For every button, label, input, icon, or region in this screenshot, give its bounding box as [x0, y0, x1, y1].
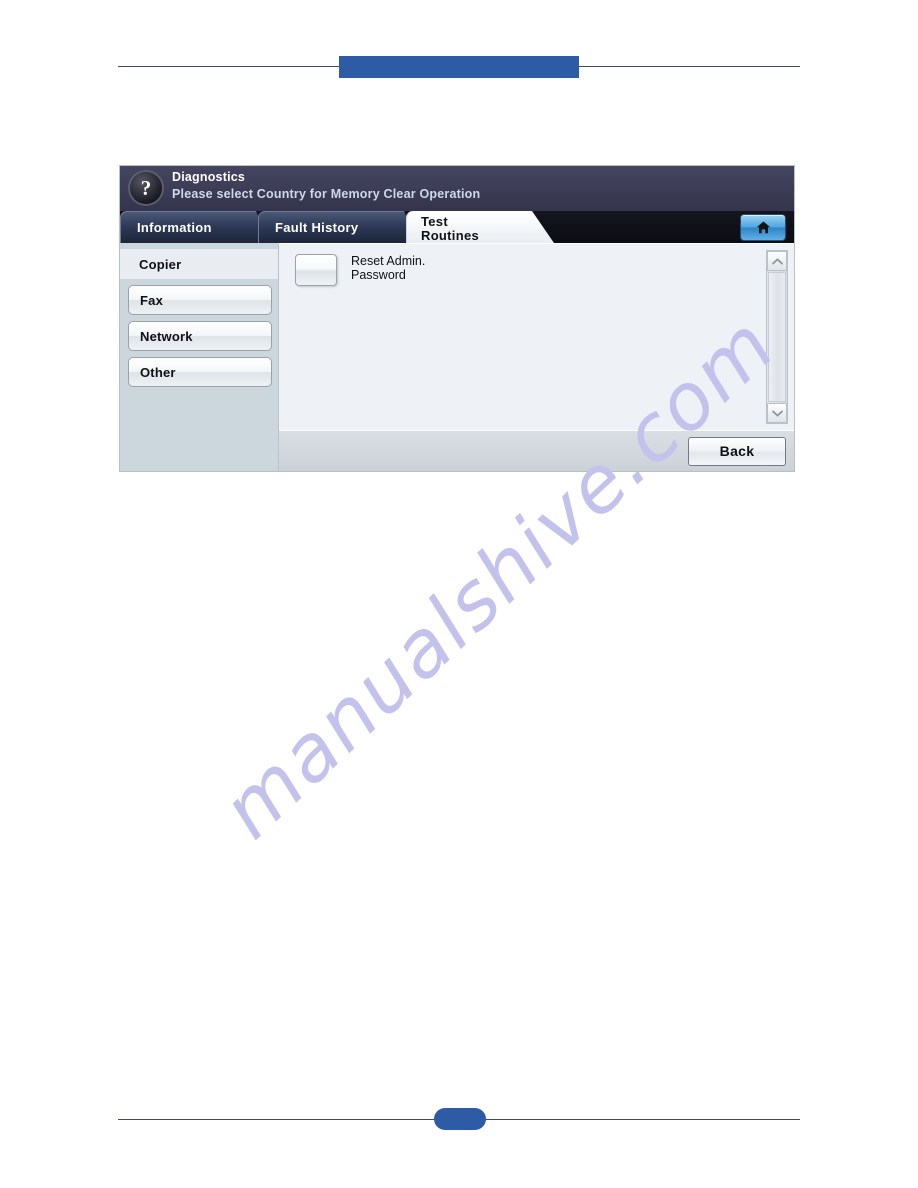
content-footer-bar: Back — [279, 430, 794, 471]
sidebar-item-network[interactable]: Network — [128, 321, 272, 351]
test-routine-list: Reset Admin. Password — [279, 244, 794, 430]
header-blue-block — [339, 56, 579, 78]
sidebar-item-network-label: Network — [140, 328, 193, 344]
panel-subtitle: Please select Country for Memory Clear O… — [172, 187, 481, 201]
content-area: Reset Admin. Password Back — [278, 243, 794, 471]
reset-admin-password-label-line2: Password — [351, 267, 406, 282]
tab-strip: Information Fault History Test Routines — [120, 211, 794, 243]
sidebar: Copier Fax Network Other — [120, 243, 278, 471]
question-mark-icon: ? — [130, 172, 162, 204]
sidebar-item-copier-label: Copier — [139, 256, 182, 272]
tab-fault-history[interactable]: Fault History — [258, 211, 418, 243]
sidebar-item-fax-label: Fax — [140, 292, 164, 308]
sidebar-item-fax[interactable]: Fax — [128, 285, 272, 315]
tab-information[interactable]: Information — [120, 211, 270, 243]
vertical-scrollbar[interactable] — [766, 250, 788, 424]
sidebar-item-copier[interactable]: Copier — [120, 249, 278, 279]
reset-admin-password-label: Reset Admin. Password — [351, 254, 425, 282]
tab-test-routines-line2: Routines — [421, 228, 480, 243]
home-icon — [756, 221, 771, 234]
sidebar-item-other-label: Other — [140, 364, 176, 380]
back-button[interactable]: Back — [688, 436, 786, 466]
device-control-panel: ? Diagnostics Please select Country for … — [120, 166, 794, 471]
tab-test-routines-line1: Test — [421, 214, 448, 229]
sidebar-item-other[interactable]: Other — [128, 357, 272, 387]
footer-page-number-pill — [434, 1108, 486, 1130]
list-item: Reset Admin. Password — [295, 254, 794, 286]
chevron-down-icon[interactable] — [767, 403, 787, 423]
chevron-up-icon[interactable] — [767, 251, 787, 271]
panel-title: Diagnostics — [172, 170, 246, 184]
scrollbar-track[interactable] — [768, 272, 786, 402]
tab-test-routines[interactable]: Test Routines — [406, 211, 554, 243]
reset-admin-password-button[interactable] — [295, 254, 337, 286]
home-button[interactable] — [740, 214, 786, 241]
panel-header-bar: ? Diagnostics Please select Country for … — [120, 166, 794, 211]
reset-admin-password-label-line1: Reset Admin. — [351, 254, 426, 268]
panel-body: Copier Fax Network Other Reset Admin. Pa… — [120, 243, 794, 471]
